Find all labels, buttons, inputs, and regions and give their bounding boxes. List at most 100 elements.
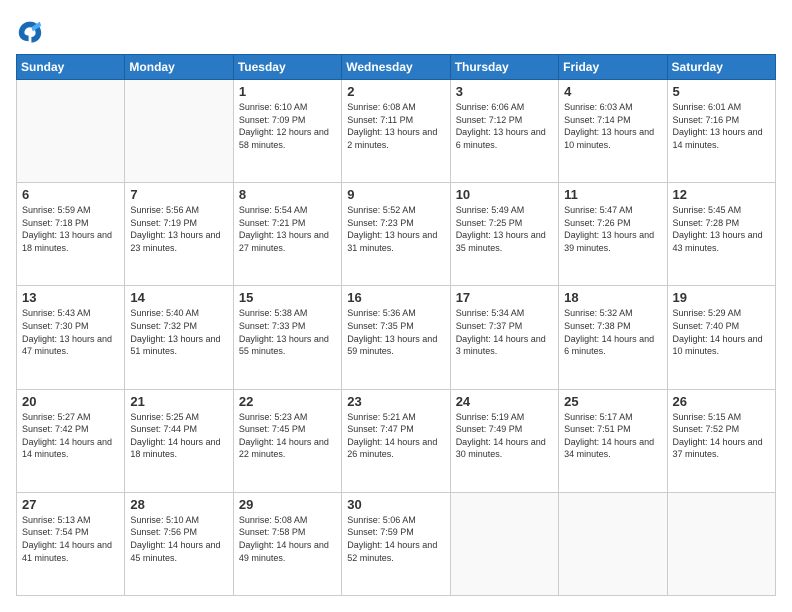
- cal-cell: 27 Sunrise: 5:13 AM Sunset: 7:54 PM Dayli…: [17, 492, 125, 595]
- cal-cell: 26 Sunrise: 5:15 AM Sunset: 7:52 PM Dayli…: [667, 389, 775, 492]
- day-info: Sunrise: 5:43 AM Sunset: 7:30 PM Dayligh…: [22, 307, 119, 357]
- cal-cell: 6 Sunrise: 5:59 AM Sunset: 7:18 PM Daylig…: [17, 183, 125, 286]
- day-number: 5: [673, 84, 770, 99]
- day-number: 29: [239, 497, 336, 512]
- day-number: 15: [239, 290, 336, 305]
- cal-cell: 15Sunrise: 5:38 AM Sunset: 7:33 PM Dayli…: [233, 286, 341, 389]
- day-info: Sunrise: 5:08 AM Sunset: 7:58 PM Dayligh…: [239, 514, 336, 564]
- day-info: Sunrise: 6:10 AM Sunset: 7:09 PM Dayligh…: [239, 101, 336, 151]
- weekday-header-thursday: Thursday: [450, 55, 558, 80]
- cal-cell: 3Sunrise: 6:06 AM Sunset: 7:12 PM Daylig…: [450, 80, 558, 183]
- day-info: Sunrise: 5:54 AM Sunset: 7:21 PM Dayligh…: [239, 204, 336, 254]
- day-info: Sunrise: 5:06 AM Sunset: 7:59 PM Dayligh…: [347, 514, 444, 564]
- day-number: 25: [564, 394, 661, 409]
- day-info: Sunrise: 5:45 AM Sunset: 7:28 PM Dayligh…: [673, 204, 770, 254]
- cal-cell: 20 Sunrise: 5:27 AM Sunset: 7:42 PM Dayli…: [17, 389, 125, 492]
- day-number: 17: [456, 290, 553, 305]
- day-number: 14: [130, 290, 227, 305]
- day-info: Sunrise: 5:29 AM Sunset: 7:40 PM Dayligh…: [673, 307, 770, 357]
- day-info: Sunrise: 6:03 AM Sunset: 7:14 PM Dayligh…: [564, 101, 661, 151]
- day-info: Sunrise: 5:36 AM Sunset: 7:35 PM Dayligh…: [347, 307, 444, 357]
- cal-cell: 16 Sunrise: 5:36 AM Sunset: 7:35 PM Dayli…: [342, 286, 450, 389]
- day-number: 27: [22, 497, 119, 512]
- cal-cell: 8 Sunrise: 5:54 AM Sunset: 7:21 PM Daylig…: [233, 183, 341, 286]
- week-row-2: 6 Sunrise: 5:59 AM Sunset: 7:18 PM Daylig…: [17, 183, 776, 286]
- week-row-1: 1Sunrise: 6:10 AM Sunset: 7:09 PM Daylig…: [17, 80, 776, 183]
- cal-cell: 17 Sunrise: 5:34 AM Sunset: 7:37 PM Dayli…: [450, 286, 558, 389]
- day-number: 6: [22, 187, 119, 202]
- weekday-header-tuesday: Tuesday: [233, 55, 341, 80]
- day-info: Sunrise: 5:21 AM Sunset: 7:47 PM Dayligh…: [347, 411, 444, 461]
- cal-cell: 18 Sunrise: 5:32 AM Sunset: 7:38 PM Dayli…: [559, 286, 667, 389]
- day-info: Sunrise: 5:52 AM Sunset: 7:23 PM Dayligh…: [347, 204, 444, 254]
- day-info: Sunrise: 5:47 AM Sunset: 7:26 PM Dayligh…: [564, 204, 661, 254]
- day-number: 18: [564, 290, 661, 305]
- weekday-header-friday: Friday: [559, 55, 667, 80]
- day-number: 13: [22, 290, 119, 305]
- day-info: Sunrise: 5:10 AM Sunset: 7:56 PM Dayligh…: [130, 514, 227, 564]
- day-info: Sunrise: 5:25 AM Sunset: 7:44 PM Dayligh…: [130, 411, 227, 461]
- cal-cell: [450, 492, 558, 595]
- day-number: 20: [22, 394, 119, 409]
- cal-cell: 21 Sunrise: 5:25 AM Sunset: 7:44 PM Dayli…: [125, 389, 233, 492]
- cal-cell: 13 Sunrise: 5:43 AM Sunset: 7:30 PM Dayli…: [17, 286, 125, 389]
- day-number: 26: [673, 394, 770, 409]
- cal-cell: 2Sunrise: 6:08 AM Sunset: 7:11 PM Daylig…: [342, 80, 450, 183]
- day-number: 22: [239, 394, 336, 409]
- day-info: Sunrise: 5:40 AM Sunset: 7:32 PM Dayligh…: [130, 307, 227, 357]
- cal-cell: 23 Sunrise: 5:21 AM Sunset: 7:47 PM Dayli…: [342, 389, 450, 492]
- weekday-header-sunday: Sunday: [17, 55, 125, 80]
- cal-cell: 14 Sunrise: 5:40 AM Sunset: 7:32 PM Dayli…: [125, 286, 233, 389]
- day-info: Sunrise: 5:15 AM Sunset: 7:52 PM Dayligh…: [673, 411, 770, 461]
- cal-cell: 30 Sunrise: 5:06 AM Sunset: 7:59 PM Dayli…: [342, 492, 450, 595]
- cal-cell: [559, 492, 667, 595]
- day-info: Sunrise: 5:56 AM Sunset: 7:19 PM Dayligh…: [130, 204, 227, 254]
- day-number: 9: [347, 187, 444, 202]
- week-row-3: 13 Sunrise: 5:43 AM Sunset: 7:30 PM Dayli…: [17, 286, 776, 389]
- week-row-4: 20 Sunrise: 5:27 AM Sunset: 7:42 PM Dayli…: [17, 389, 776, 492]
- weekday-header-monday: Monday: [125, 55, 233, 80]
- cal-cell: 12 Sunrise: 5:45 AM Sunset: 7:28 PM Dayli…: [667, 183, 775, 286]
- cal-cell: 4 Sunrise: 6:03 AM Sunset: 7:14 PM Daylig…: [559, 80, 667, 183]
- day-number: 24: [456, 394, 553, 409]
- day-number: 21: [130, 394, 227, 409]
- cal-cell: 7Sunrise: 5:56 AM Sunset: 7:19 PM Daylig…: [125, 183, 233, 286]
- day-number: 11: [564, 187, 661, 202]
- day-number: 19: [673, 290, 770, 305]
- week-row-5: 27 Sunrise: 5:13 AM Sunset: 7:54 PM Dayli…: [17, 492, 776, 595]
- day-info: Sunrise: 5:13 AM Sunset: 7:54 PM Dayligh…: [22, 514, 119, 564]
- logo-icon: [16, 16, 44, 44]
- day-number: 4: [564, 84, 661, 99]
- cal-cell: 9 Sunrise: 5:52 AM Sunset: 7:23 PM Daylig…: [342, 183, 450, 286]
- day-number: 10: [456, 187, 553, 202]
- day-number: 3: [456, 84, 553, 99]
- day-number: 16: [347, 290, 444, 305]
- cal-cell: 11 Sunrise: 5:47 AM Sunset: 7:26 PM Dayli…: [559, 183, 667, 286]
- day-info: Sunrise: 5:27 AM Sunset: 7:42 PM Dayligh…: [22, 411, 119, 461]
- cal-cell: 25 Sunrise: 5:17 AM Sunset: 7:51 PM Dayli…: [559, 389, 667, 492]
- calendar: SundayMondayTuesdayWednesdayThursdayFrid…: [16, 54, 776, 596]
- day-number: 12: [673, 187, 770, 202]
- header: [16, 16, 776, 44]
- cal-cell: 28Sunrise: 5:10 AM Sunset: 7:56 PM Dayli…: [125, 492, 233, 595]
- day-number: 30: [347, 497, 444, 512]
- day-info: Sunrise: 5:17 AM Sunset: 7:51 PM Dayligh…: [564, 411, 661, 461]
- day-info: Sunrise: 5:34 AM Sunset: 7:37 PM Dayligh…: [456, 307, 553, 357]
- cal-cell: 29 Sunrise: 5:08 AM Sunset: 7:58 PM Dayli…: [233, 492, 341, 595]
- day-number: 8: [239, 187, 336, 202]
- day-info: Sunrise: 6:01 AM Sunset: 7:16 PM Dayligh…: [673, 101, 770, 151]
- day-info: Sunrise: 5:23 AM Sunset: 7:45 PM Dayligh…: [239, 411, 336, 461]
- cal-cell: 1Sunrise: 6:10 AM Sunset: 7:09 PM Daylig…: [233, 80, 341, 183]
- cal-cell: 19 Sunrise: 5:29 AM Sunset: 7:40 PM Dayli…: [667, 286, 775, 389]
- day-number: 23: [347, 394, 444, 409]
- day-info: Sunrise: 5:59 AM Sunset: 7:18 PM Dayligh…: [22, 204, 119, 254]
- day-info: Sunrise: 5:49 AM Sunset: 7:25 PM Dayligh…: [456, 204, 553, 254]
- cal-cell: [667, 492, 775, 595]
- weekday-header-row: SundayMondayTuesdayWednesdayThursdayFrid…: [17, 55, 776, 80]
- cal-cell: 22 Sunrise: 5:23 AM Sunset: 7:45 PM Dayli…: [233, 389, 341, 492]
- weekday-header-wednesday: Wednesday: [342, 55, 450, 80]
- cal-cell: [125, 80, 233, 183]
- day-info: Sunrise: 5:32 AM Sunset: 7:38 PM Dayligh…: [564, 307, 661, 357]
- cal-cell: 5 Sunrise: 6:01 AM Sunset: 7:16 PM Daylig…: [667, 80, 775, 183]
- cal-cell: [17, 80, 125, 183]
